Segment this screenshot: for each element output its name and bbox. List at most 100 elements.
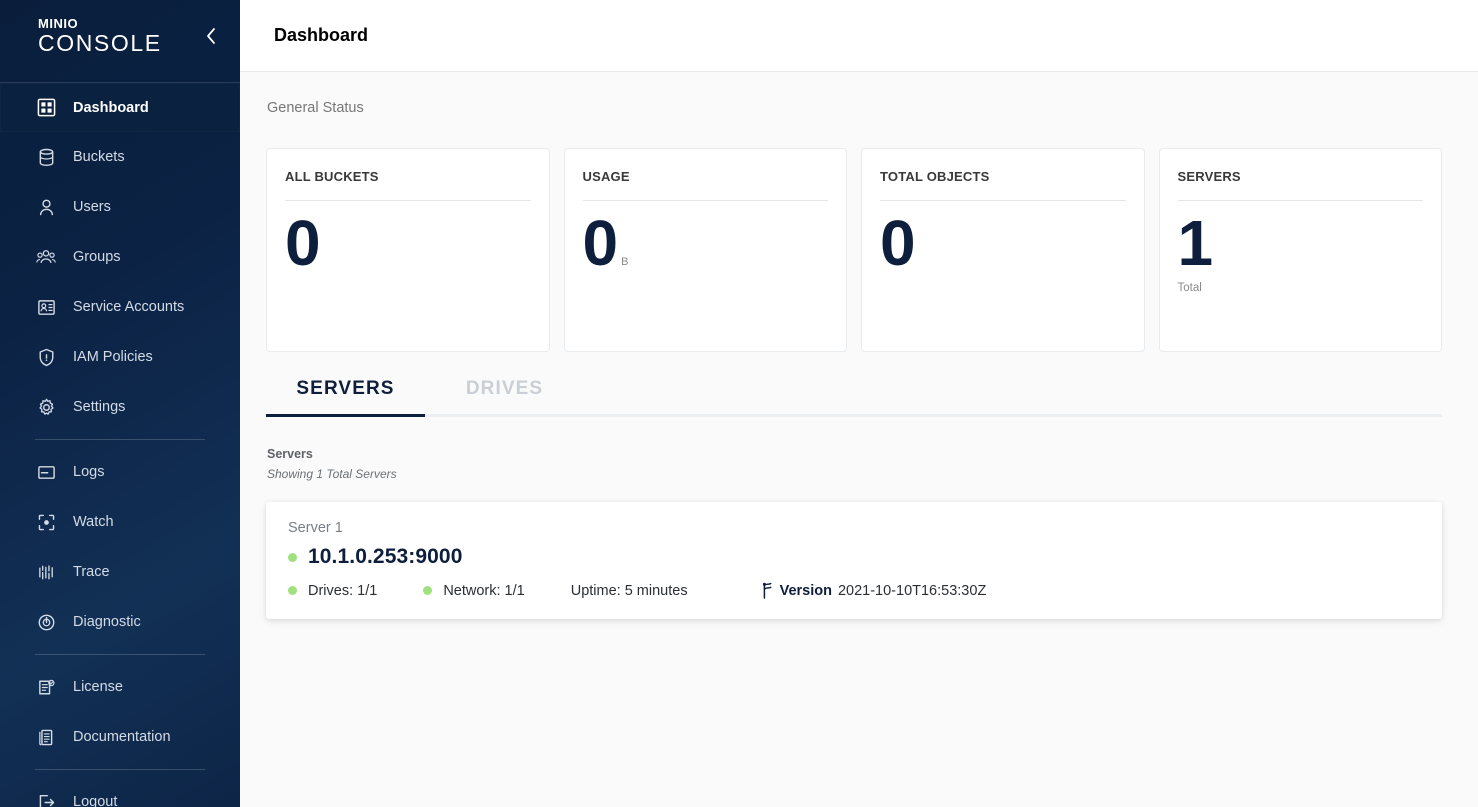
stat-card-sub: Total — [1178, 282, 1424, 294]
dashboard-icon — [35, 97, 57, 119]
network-status-dot — [423, 586, 432, 595]
sidebar-item-label: License — [73, 679, 123, 695]
server-uptime-label: Uptime: 5 minutes — [571, 583, 688, 599]
servers-section-header: Servers Showing 1 Total Servers — [267, 447, 1442, 481]
sidebar-item-label: Service Accounts — [73, 299, 184, 315]
stat-card-usage: USAGE 0 B — [564, 148, 848, 352]
server-uptime-item: Uptime: 5 minutes — [571, 583, 688, 599]
sidebar-collapse-button[interactable] — [198, 23, 224, 49]
logs-icon — [35, 461, 57, 483]
sidebar-nav: Dashboard Buckets Users — [0, 72, 240, 807]
stat-card-rule — [1178, 200, 1424, 201]
stat-card-title: ALL BUCKETS — [285, 169, 531, 184]
sidebar-item-diagnostic[interactable]: Diagnostic — [35, 597, 205, 647]
sidebar-item-logout[interactable]: Logout — [35, 777, 205, 807]
sidebar-item-service-accounts[interactable]: Service Accounts — [35, 282, 205, 332]
sidebar-item-label: Logout — [73, 794, 117, 807]
stat-card-rule — [880, 200, 1126, 201]
sidebar-divider — [35, 654, 205, 655]
shield-icon — [35, 346, 57, 368]
servers-section-subtitle: Showing 1 Total Servers — [267, 467, 1442, 481]
sidebar: MINIO CONSOLE Dashboard — [0, 0, 240, 807]
gear-icon — [35, 396, 57, 418]
logo-area: MINIO CONSOLE — [0, 0, 240, 72]
sidebar-item-buckets[interactable]: Buckets — [35, 132, 205, 182]
documentation-icon — [35, 726, 57, 748]
page-title: Dashboard — [274, 25, 368, 46]
bucket-icon — [35, 146, 57, 168]
sidebar-item-label: Logs — [73, 464, 104, 480]
server-network-item: Network: 1/1 — [423, 583, 524, 599]
tab-active-indicator — [266, 414, 425, 417]
sidebar-item-label: Trace — [73, 564, 110, 580]
sidebar-item-label: Settings — [73, 399, 125, 415]
stat-card-value-row: 1 — [1178, 207, 1424, 281]
stat-card-title: TOTAL OBJECTS — [880, 169, 1126, 184]
server-network-label: Network: 1/1 — [443, 583, 524, 599]
sidebar-item-iam-policies[interactable]: IAM Policies — [35, 332, 205, 382]
tab-underline — [266, 414, 1442, 417]
sidebar-item-watch[interactable]: Watch — [35, 497, 205, 547]
sidebar-divider — [35, 769, 205, 770]
stat-card-value-row: 0 — [285, 207, 531, 281]
top-header-bar: Dashboard — [240, 0, 1478, 72]
groups-icon — [35, 246, 57, 268]
minio-console-logo: MINIO CONSOLE — [38, 17, 162, 55]
sidebar-item-label: Users — [73, 199, 111, 215]
watch-icon — [35, 511, 57, 533]
sidebar-item-label: Buckets — [73, 149, 125, 165]
stat-card-rule — [285, 200, 531, 201]
stat-card-unit: B — [621, 256, 628, 268]
service-account-icon — [35, 296, 57, 318]
sidebar-item-label: Groups — [73, 249, 121, 265]
stat-card-title: SERVERS — [1178, 169, 1424, 184]
sidebar-item-groups[interactable]: Groups — [35, 232, 205, 282]
drives-status-dot — [288, 586, 297, 595]
logo-minio-text: MINIO — [38, 17, 162, 30]
stat-cards-row: ALL BUCKETS 0 USAGE 0 B TOTAL OBJECTS — [266, 148, 1442, 352]
server-drives-item: Drives: 1/1 — [288, 583, 377, 599]
servers-section-title: Servers — [267, 447, 1442, 461]
stat-card-total-objects: TOTAL OBJECTS 0 — [861, 148, 1145, 352]
server-meta-row: Drives: 1/1 Network: 1/1 Uptime: 5 minut… — [288, 582, 1420, 599]
stat-card-value-row: 0 B — [583, 207, 829, 281]
stat-card-value-row: 0 — [880, 207, 1126, 281]
tab-drives[interactable]: DRIVES — [425, 378, 584, 414]
trace-icon — [35, 561, 57, 583]
stat-card-rule — [583, 200, 829, 201]
server-version-label: Version — [780, 583, 832, 599]
stat-card-value: 0 — [880, 207, 916, 281]
server-card[interactable]: Server 1 10.1.0.253:9000 Drives: 1/1 Net… — [266, 502, 1442, 619]
sidebar-item-label: Watch — [73, 514, 114, 530]
logo-console-text: CONSOLE — [38, 32, 162, 55]
sidebar-item-license[interactable]: License — [35, 662, 205, 712]
stat-card-servers: SERVERS 1 Total — [1159, 148, 1443, 352]
server-status-dot — [288, 553, 297, 562]
chevron-left-icon — [205, 27, 217, 45]
sidebar-item-documentation[interactable]: Documentation — [35, 712, 205, 762]
sidebar-item-settings[interactable]: Settings — [35, 382, 205, 432]
stat-card-all-buckets: ALL BUCKETS 0 — [266, 148, 550, 352]
general-status-label: General Status — [266, 100, 1442, 116]
sidebar-item-label: Dashboard — [73, 100, 149, 116]
sidebar-item-trace[interactable]: Trace — [35, 547, 205, 597]
stat-card-value: 0 — [583, 207, 619, 281]
tab-servers[interactable]: SERVERS — [266, 378, 425, 414]
diagnostic-icon — [35, 611, 57, 633]
stat-card-value: 0 — [285, 207, 321, 281]
sidebar-item-users[interactable]: Users — [35, 182, 205, 232]
sidebar-divider — [35, 439, 205, 440]
main-area: Dashboard General Status ALL BUCKETS 0 U… — [240, 0, 1478, 807]
user-icon — [35, 196, 57, 218]
server-address: 10.1.0.253:9000 — [308, 545, 462, 569]
logout-icon — [35, 791, 57, 807]
stat-card-value: 1 — [1178, 207, 1214, 281]
sidebar-item-dashboard[interactable]: Dashboard — [0, 82, 240, 132]
sidebar-item-logs[interactable]: Logs — [35, 447, 205, 497]
server-version-value: 2021-10-10T16:53:30Z — [838, 583, 986, 599]
sidebar-item-label: Diagnostic — [73, 614, 141, 630]
sidebar-item-label: IAM Policies — [73, 349, 153, 365]
version-icon — [760, 582, 773, 599]
server-drives-label: Drives: 1/1 — [308, 583, 377, 599]
tab-bar: SERVERS DRIVES — [266, 378, 1442, 414]
